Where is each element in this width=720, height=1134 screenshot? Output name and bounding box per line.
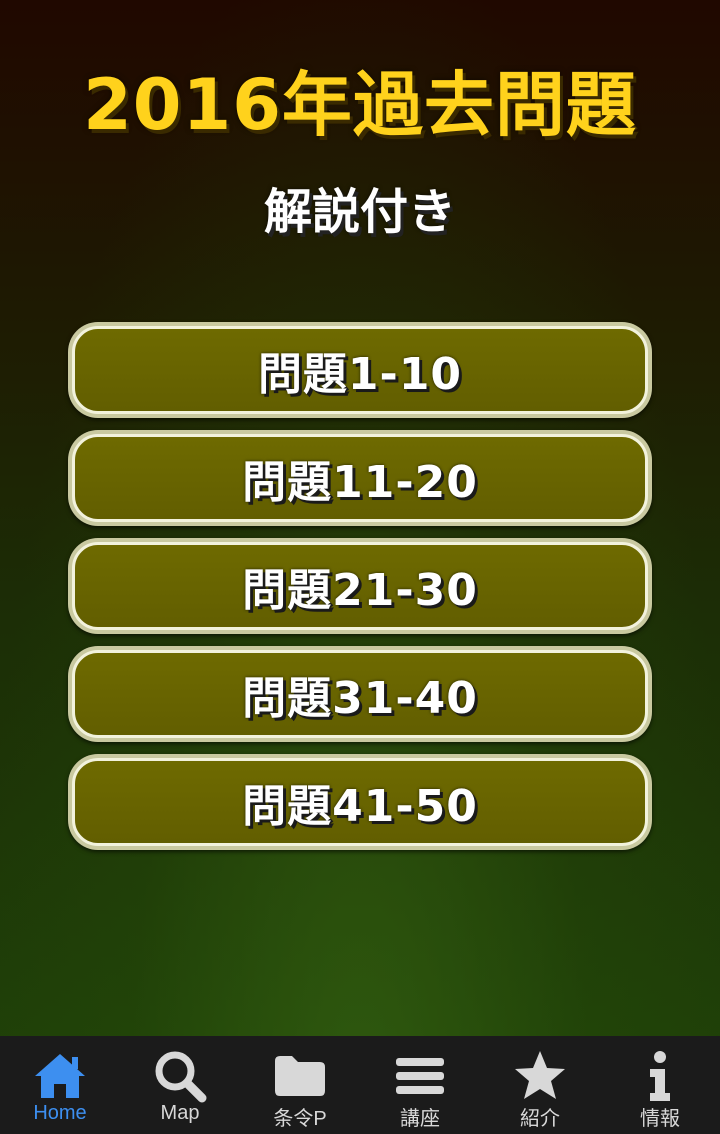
question-range-button-face: 問題31-40	[72, 650, 648, 738]
home-icon	[0, 1048, 120, 1104]
tab-shoukai[interactable]: 紹介	[480, 1036, 600, 1134]
question-range-label: 問題21-30	[242, 565, 478, 616]
tab-shoukai-label: 紹介	[520, 1108, 560, 1130]
folder-icon	[240, 1048, 360, 1104]
bottom-tab-bar: Home Map 条令P 講座 紹介 情報	[0, 1036, 720, 1134]
star-icon	[480, 1048, 600, 1104]
search-icon	[120, 1048, 240, 1104]
page-title: 2016年過去問題	[83, 64, 637, 146]
question-range-label: 問題41-50	[242, 781, 478, 832]
question-range-button-face: 問題11-20	[72, 434, 648, 522]
question-range-button-11-20[interactable]: 問題11-20	[68, 430, 652, 526]
question-range-label: 問題1-10	[257, 349, 463, 400]
tab-kouza-label: 講座	[400, 1108, 440, 1130]
tab-map[interactable]: Map	[120, 1036, 240, 1134]
tab-map-label: Map	[160, 1102, 200, 1124]
tab-home[interactable]: Home	[0, 1036, 120, 1134]
tab-jorei-label: 条令P	[273, 1108, 327, 1130]
page-subtitle: 解説付き	[263, 184, 456, 240]
question-range-button-41-50[interactable]: 問題41-50	[68, 754, 652, 850]
tab-jouhou-label: 情報	[640, 1108, 680, 1130]
tab-kouza[interactable]: 講座	[360, 1036, 480, 1134]
question-range-button-face: 問題21-30	[72, 542, 648, 630]
question-range-button-face: 問題41-50	[72, 758, 648, 846]
info-icon	[600, 1048, 720, 1104]
tab-jorei[interactable]: 条令P	[240, 1036, 360, 1134]
menu-icon	[360, 1048, 480, 1104]
question-range-label: 問題31-40	[242, 673, 478, 724]
app-screen: 2016年過去問題 解説付き 問題1-10 問題11-20 問題21-30 問題…	[0, 0, 720, 1036]
question-range-label: 問題11-20	[242, 457, 478, 508]
question-range-button-31-40[interactable]: 問題31-40	[68, 646, 652, 742]
question-range-button-1-10[interactable]: 問題1-10	[68, 322, 652, 418]
tab-home-label: Home	[33, 1102, 87, 1124]
question-range-button-21-30[interactable]: 問題21-30	[68, 538, 652, 634]
question-range-button-face: 問題1-10	[72, 326, 648, 414]
tab-jouhou[interactable]: 情報	[600, 1036, 720, 1134]
question-range-list: 問題1-10 問題11-20 問題21-30 問題31-40 問題41-50	[68, 322, 652, 862]
